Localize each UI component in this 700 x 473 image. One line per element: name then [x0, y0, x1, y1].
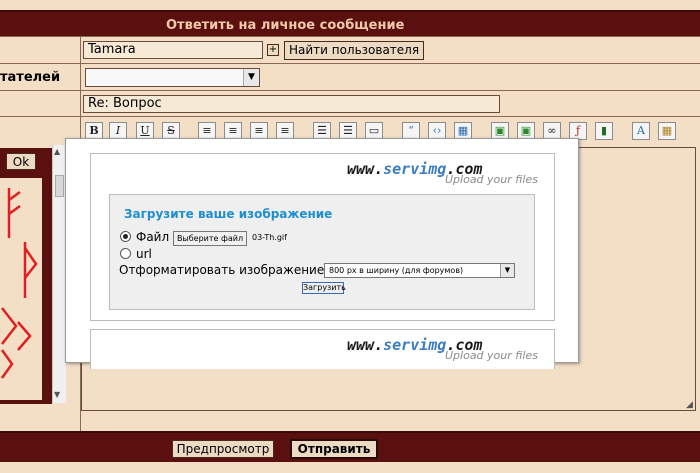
row-divider [0, 36, 700, 37]
preview-button[interactable]: Предпросмотр [172, 440, 274, 458]
ok-button[interactable]: Ok [6, 153, 36, 170]
row-divider [0, 63, 700, 64]
upload-title: Загрузите ваше изображение [124, 207, 333, 221]
choose-file-button[interactable]: Выберите файл [173, 231, 247, 246]
servimg-frame-secondary: www.servimg.com Upload your files [90, 329, 555, 369]
chevron-down-icon[interactable]: ▼ [500, 264, 514, 277]
url-radio[interactable] [120, 248, 131, 259]
title-bar: Ответить на личное сообщение [0, 10, 700, 36]
upload-form: Загрузите ваше изображение Файл Выберите… [109, 194, 535, 310]
video-icon[interactable]: ▮ [595, 122, 613, 140]
page-title: Ответить на личное сообщение [166, 18, 405, 33]
users-select[interactable]: ▼ [85, 68, 260, 87]
scroll-up-icon[interactable]: ▲ [54, 147, 60, 156]
format-label: Отформатировать изображение [119, 263, 325, 277]
recipient-input[interactable]: Tamara [83, 41, 263, 59]
resize-handle-icon[interactable]: ◢ [686, 400, 693, 410]
users-label: тателей [0, 70, 61, 85]
url-option-label: url [136, 247, 152, 261]
runes-graphic [0, 188, 38, 379]
chevron-down-icon[interactable]: ▼ [243, 69, 259, 86]
servimg-slogan: Upload your files [445, 349, 538, 362]
font-icon[interactable]: A [632, 122, 650, 140]
scroll-thumb[interactable] [55, 175, 64, 197]
scroll-down-icon[interactable]: ▼ [54, 390, 60, 399]
action-bar: Предпросмотр Отправить [0, 431, 700, 462]
add-recipient-icon[interactable]: + [267, 44, 279, 56]
send-button[interactable]: Отправить [290, 439, 378, 459]
vertical-scrollbar[interactable]: ▲ ▼ [52, 145, 66, 403]
find-user-button[interactable]: Найти пользователя [284, 41, 424, 60]
symbol-list [0, 178, 42, 400]
servimg-slogan: Upload your files [445, 173, 538, 186]
upload-button[interactable]: Загрузить [302, 282, 346, 294]
row-divider [0, 90, 700, 91]
subject-input[interactable]: Re: Вопрос [83, 95, 500, 113]
file-option-label: Файл [136, 230, 170, 244]
servimg-frame: www.servimg.com Upload your files Загруз… [90, 153, 555, 321]
file-name: 03-Th.gif [252, 233, 287, 242]
file-radio[interactable] [120, 231, 131, 242]
row-divider [0, 116, 700, 117]
format-select[interactable]: 800 px в ширину (для форумов) ▼ [324, 263, 515, 278]
color-palette-icon[interactable]: ▦ [658, 122, 676, 140]
image-upload-popup: www.servimg.com Upload your files Загруз… [65, 138, 579, 369]
